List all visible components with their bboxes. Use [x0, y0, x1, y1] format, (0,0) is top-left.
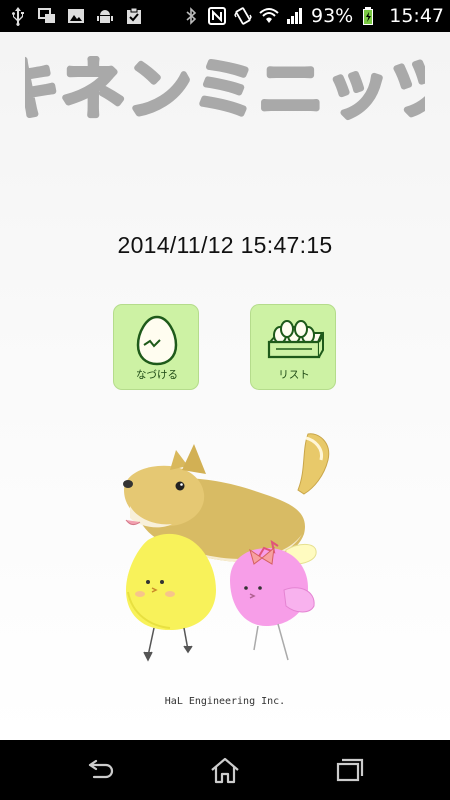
- name-button-label: なづける: [136, 369, 178, 381]
- home-button[interactable]: [205, 754, 245, 786]
- egg-box-icon: [267, 320, 324, 359]
- status-bar: 93% 15:47: [0, 0, 450, 32]
- navigation-bar: [0, 740, 450, 800]
- vibrate-icon: [233, 6, 253, 26]
- current-datetime: 2014/11/12 15:47:15: [117, 232, 333, 258]
- usb-icon: [8, 6, 28, 26]
- battery-charging-icon: [359, 6, 379, 26]
- recent-apps-button[interactable]: [330, 754, 370, 786]
- app-title-text: キネンミニッツ: [25, 51, 425, 128]
- list-button-label: リスト: [278, 369, 310, 381]
- app-title: キネンミニッツ: [0, 49, 450, 132]
- home-icon: [211, 757, 239, 784]
- clipboard-check-icon: [124, 6, 144, 26]
- android-icon: [95, 6, 115, 26]
- back-icon: [88, 759, 114, 779]
- mascot-illustration: [123, 433, 330, 662]
- egg-icon: [136, 315, 178, 366]
- battery-percent: 93%: [311, 5, 354, 27]
- bluetooth-icon: [181, 6, 201, 26]
- list-button[interactable]: リスト: [250, 304, 336, 390]
- screen-mirror-icon: [37, 6, 57, 26]
- signal-icon: [285, 6, 305, 26]
- image-icon: [66, 6, 86, 26]
- notification-icons: [8, 5, 144, 27]
- dog-eye: [175, 481, 185, 491]
- status-clock: 15:47: [389, 5, 444, 27]
- app-screen: キネンミニッツ 2014/11/12 15:47:15 なづける リスト HaL…: [0, 32, 450, 740]
- app-title-logo: キネンミニッツ: [25, 49, 425, 130]
- nfc-icon: [207, 6, 227, 26]
- dog-nose: [123, 480, 133, 488]
- system-icons: 93% 15:47: [181, 4, 444, 28]
- wifi-icon: [259, 6, 279, 26]
- back-button[interactable]: [80, 754, 120, 786]
- name-button[interactable]: なづける: [113, 304, 199, 390]
- recent-apps-icon: [336, 758, 364, 782]
- company-credit: HaL Engineering Inc.: [164, 696, 286, 707]
